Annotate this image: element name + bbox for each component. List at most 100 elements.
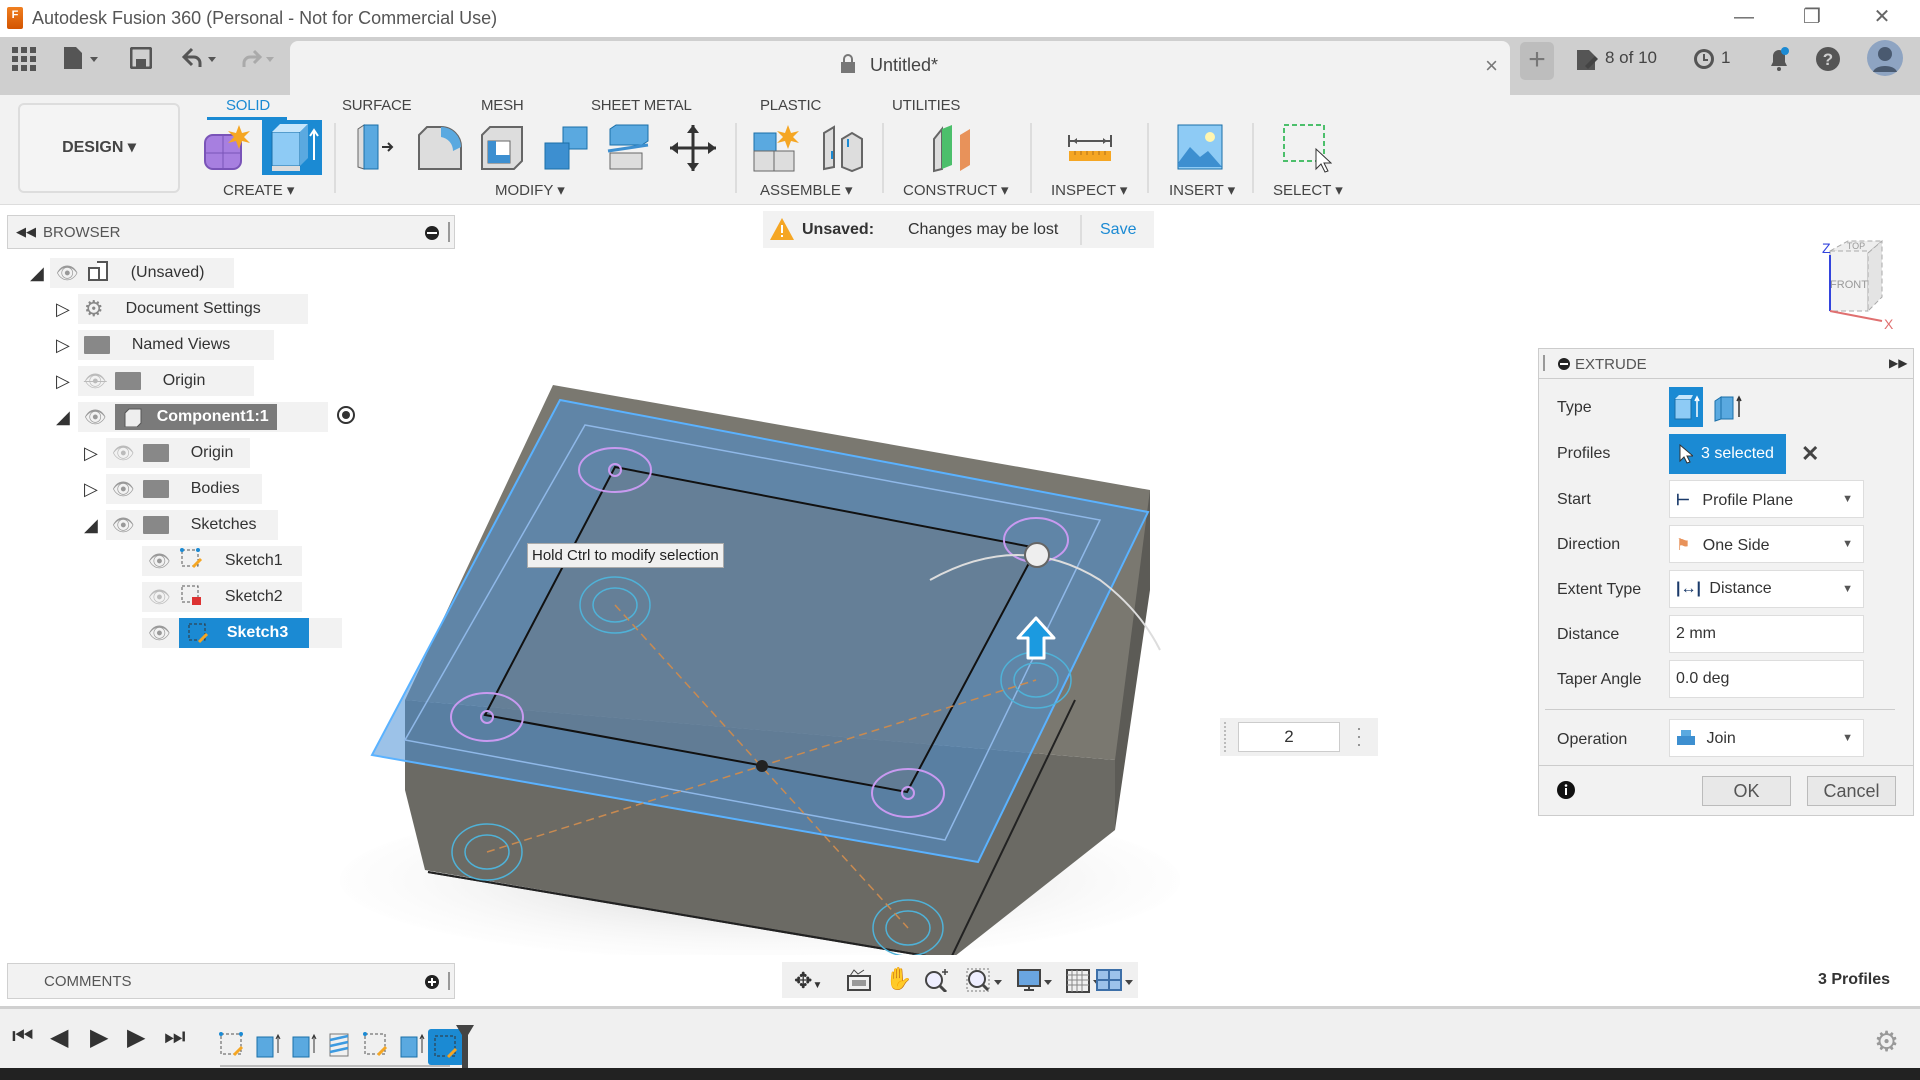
create-form-icon[interactable] bbox=[203, 123, 253, 173]
split-body-icon[interactable] bbox=[604, 123, 654, 173]
play-icon[interactable]: ▶ bbox=[90, 1023, 108, 1052]
save-icon[interactable] bbox=[129, 46, 153, 75]
tab-solid[interactable]: SOLID bbox=[226, 97, 270, 114]
combine-icon[interactable] bbox=[541, 123, 591, 173]
measure-icon[interactable] bbox=[1065, 123, 1115, 173]
data-panel-grid-icon[interactable] bbox=[12, 47, 36, 77]
collapse-dialog-icon[interactable] bbox=[1557, 357, 1571, 376]
add-comment-icon[interactable] bbox=[424, 974, 440, 995]
cursor-arrow-icon bbox=[1679, 444, 1693, 464]
orbit-icon[interactable]: ✥▼ bbox=[794, 968, 822, 994]
type-solid-button[interactable] bbox=[1669, 387, 1703, 427]
toolbar-ribbon: DESIGN ▾ SOLID SURFACE MESH SHEET METAL … bbox=[0, 95, 1920, 205]
type-thin-button[interactable] bbox=[1711, 389, 1745, 427]
panel-grip[interactable] bbox=[448, 222, 450, 242]
look-at-icon[interactable] bbox=[846, 968, 872, 997]
distance-input-widget: 2 · · · bbox=[1220, 718, 1378, 756]
separator bbox=[1147, 123, 1149, 193]
minimize-browser-icon[interactable] bbox=[424, 225, 440, 246]
close-button[interactable]: ✕ bbox=[1854, 0, 1910, 37]
z-axis-label: Z bbox=[1822, 240, 1831, 256]
viewcube[interactable]: TOP FRONT Z X bbox=[1800, 235, 1900, 335]
start-dropdown[interactable]: ⊢ Profile Plane ▼ bbox=[1669, 480, 1864, 518]
clock-icon[interactable] bbox=[1692, 47, 1716, 76]
redo-icon[interactable] bbox=[238, 45, 278, 77]
pan-hand-icon[interactable]: ✋ bbox=[885, 966, 912, 992]
extrude-icon[interactable] bbox=[262, 120, 322, 175]
zoom-icon[interactable] bbox=[924, 968, 950, 997]
document-name: Untitled* bbox=[870, 55, 939, 75]
help-icon[interactable]: ? bbox=[1815, 46, 1841, 77]
timeline-thread-feature-icon[interactable] bbox=[326, 1031, 354, 1059]
timeline-extrude-feature-icon[interactable] bbox=[254, 1031, 282, 1059]
step-back-icon[interactable]: ◀ bbox=[50, 1023, 68, 1052]
document-tab[interactable]: Untitled* × bbox=[290, 41, 1510, 95]
direction-dropdown[interactable]: ⚑ One Side ▼ bbox=[1669, 525, 1864, 563]
select-group-label[interactable]: SELECT ▾ bbox=[1273, 181, 1343, 199]
info-icon[interactable] bbox=[1557, 781, 1575, 804]
tab-surface[interactable]: SURFACE bbox=[342, 97, 412, 114]
viewports-icon[interactable] bbox=[1095, 968, 1135, 999]
display-settings-icon[interactable] bbox=[1016, 968, 1054, 999]
undo-icon[interactable] bbox=[180, 45, 220, 77]
drag-grip[interactable] bbox=[1224, 722, 1230, 752]
cancel-button[interactable]: Cancel bbox=[1807, 776, 1896, 806]
step-forward-icon[interactable]: ▶ bbox=[127, 1023, 145, 1052]
timeline-sketch-feature-icon[interactable] bbox=[218, 1031, 246, 1059]
timeline-sketch-feature-icon[interactable] bbox=[362, 1031, 390, 1059]
operation-dropdown[interactable]: Join ▼ bbox=[1669, 719, 1864, 757]
clear-selection-icon[interactable]: ✕ bbox=[1801, 441, 1819, 467]
taper-angle-label: Taper Angle bbox=[1557, 671, 1642, 688]
create-group-label[interactable]: CREATE ▾ bbox=[223, 181, 294, 199]
offset-plane-icon[interactable] bbox=[930, 123, 980, 173]
extrude-dialog-header[interactable]: EXTRUDE ▶▶ bbox=[1539, 349, 1913, 379]
select-icon[interactable] bbox=[1282, 123, 1333, 173]
shell-icon[interactable] bbox=[478, 123, 528, 173]
profiles-selection-button[interactable]: 3 selected bbox=[1669, 434, 1786, 474]
timeline-extrude-feature-icon[interactable] bbox=[398, 1031, 426, 1059]
taper-angle-field[interactable]: 0.0 deg bbox=[1669, 660, 1864, 698]
modify-group-label[interactable]: MODIFY ▾ bbox=[495, 181, 565, 199]
save-link[interactable]: Save bbox=[1100, 221, 1136, 239]
press-pull-icon[interactable] bbox=[352, 123, 402, 173]
move-copy-icon[interactable] bbox=[668, 123, 718, 173]
angle-manipulator-handle bbox=[1024, 542, 1050, 568]
notification-bell-icon[interactable] bbox=[1767, 46, 1791, 77]
start-label: Start bbox=[1557, 491, 1591, 508]
user-avatar[interactable] bbox=[1867, 40, 1903, 81]
tab-plastic[interactable]: PLASTIC bbox=[760, 97, 821, 114]
more-options-icon[interactable]: · · · bbox=[1356, 719, 1362, 753]
new-component-icon[interactable] bbox=[752, 123, 802, 173]
distance-field[interactable]: 2 mm bbox=[1669, 615, 1864, 653]
inspect-group-label[interactable]: INSPECT ▾ bbox=[1051, 181, 1127, 199]
file-menu-icon[interactable] bbox=[62, 45, 102, 77]
job-status-count[interactable]: 8 of 10 bbox=[1605, 48, 1657, 68]
zoom-window-icon[interactable] bbox=[966, 968, 1004, 999]
tab-utilities[interactable]: UTILITIES bbox=[892, 97, 960, 114]
panel-grip[interactable] bbox=[448, 972, 450, 990]
workspace-switcher[interactable]: DESIGN ▾ bbox=[18, 103, 180, 193]
insert-group-label[interactable]: INSERT ▾ bbox=[1169, 181, 1235, 199]
tab-sheet-metal[interactable]: SHEET METAL bbox=[591, 97, 692, 114]
go-to-start-icon[interactable]: ⏮ bbox=[12, 1023, 34, 1051]
job-status-icon[interactable] bbox=[1575, 48, 1599, 77]
fillet-icon[interactable] bbox=[415, 123, 465, 173]
extent-type-dropdown[interactable]: |↔| Distance ▼ bbox=[1669, 570, 1864, 608]
collapse-browser-icon[interactable]: ◀◀ bbox=[16, 224, 36, 240]
new-tab-button[interactable]: + bbox=[1520, 42, 1554, 80]
timeline-settings-gear-icon[interactable]: ⚙ bbox=[1874, 1025, 1899, 1058]
timeline-extrude-feature-icon[interactable] bbox=[290, 1031, 318, 1059]
restore-button[interactable]: ❐ bbox=[1784, 0, 1840, 37]
construct-group-label[interactable]: CONSTRUCT ▾ bbox=[903, 181, 1009, 199]
insert-image-icon[interactable] bbox=[1176, 123, 1226, 173]
expand-dialog-icon[interactable]: ▶▶ bbox=[1889, 356, 1907, 370]
dialog-grip[interactable] bbox=[1543, 355, 1545, 371]
close-tab-icon[interactable]: × bbox=[1485, 53, 1498, 79]
ok-button[interactable]: OK bbox=[1702, 776, 1791, 806]
tab-mesh[interactable]: MESH bbox=[481, 97, 524, 114]
distance-input-field[interactable]: 2 bbox=[1238, 722, 1340, 752]
assemble-group-label[interactable]: ASSEMBLE ▾ bbox=[760, 181, 853, 199]
go-to-end-icon[interactable]: ⏭ bbox=[164, 1023, 186, 1051]
joint-icon[interactable] bbox=[818, 123, 868, 173]
minimize-button[interactable]: — bbox=[1716, 0, 1772, 37]
